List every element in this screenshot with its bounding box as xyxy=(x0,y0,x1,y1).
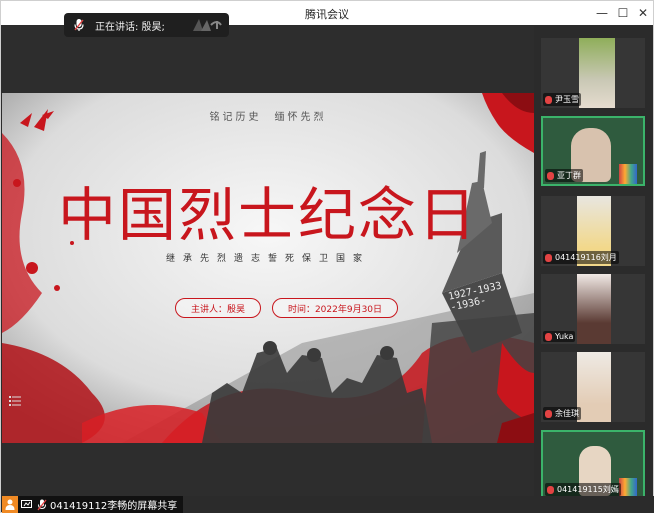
participant-video xyxy=(577,352,611,422)
speaker-pill: 主讲人：殷昊 xyxy=(175,298,261,318)
speaking-indicator: 正在讲话: 殷昊; xyxy=(64,13,229,37)
mic-muted-icon xyxy=(547,485,554,494)
participant-name-label: 041419116刘月 xyxy=(543,251,619,264)
date-pill: 时间：2022年9月30日 xyxy=(272,298,398,318)
list-icon xyxy=(9,396,21,406)
slide-artwork xyxy=(2,93,534,443)
participant-tile[interactable]: 余佳琪 xyxy=(541,352,645,422)
participant-name-label: Yuka xyxy=(543,331,576,342)
mic-muted-icon xyxy=(545,409,552,418)
speaking-label: 正在讲话: 殷昊; xyxy=(95,21,165,33)
screen-share-label: 041419112李畅的屏幕共享 xyxy=(50,501,178,512)
participant-tile-active[interactable]: 亚丁群 xyxy=(541,116,645,186)
meeting-window: 腾讯会议 — ☐ ✕ 正在讲话: 殷昊; 铭记历史 缅怀先烈 中国烈士纪念日 继… xyxy=(0,0,654,513)
slide-subline: 继承先烈遗志誓死保卫国家 xyxy=(165,254,370,264)
microphone-muted-icon xyxy=(34,496,50,513)
participant-video-panel: 尹玉雪 亚丁群 041419116刘月 Yuka 余佳琪 041419115刘嫣 xyxy=(535,26,653,500)
participant-name-label: 尹玉雪 xyxy=(543,93,581,106)
bookshelf xyxy=(619,478,637,498)
bottom-bar: 041419112李畅的屏幕共享 xyxy=(2,496,654,513)
mic-muted-icon xyxy=(547,171,554,180)
close-button[interactable]: ✕ xyxy=(634,4,652,22)
slide-tagline: 铭记历史 缅怀先烈 xyxy=(209,112,327,123)
bookshelf xyxy=(619,164,637,184)
participant-name-label: 余佳琪 xyxy=(543,407,581,420)
mic-muted-icon xyxy=(545,95,552,104)
minimize-button[interactable]: — xyxy=(593,4,611,22)
participant-tile[interactable]: 尹玉雪 xyxy=(541,38,645,108)
participant-name-label: 亚丁群 xyxy=(545,169,583,182)
screen-share-indicator[interactable]: 041419112李畅的屏幕共享 xyxy=(2,496,184,513)
microphone-icon xyxy=(74,19,84,31)
participant-video xyxy=(579,38,615,108)
mic-muted-icon xyxy=(545,253,552,262)
participant-name-label: 041419115刘嫣 xyxy=(545,483,621,496)
list-menu-button[interactable] xyxy=(5,391,25,411)
participant-video xyxy=(577,274,611,344)
sound-wave-icon xyxy=(193,19,222,31)
maximize-button[interactable]: ☐ xyxy=(614,4,632,22)
mic-muted-icon xyxy=(545,332,552,341)
person-icon xyxy=(2,496,18,513)
participant-tile[interactable]: Yuka xyxy=(541,274,645,344)
participant-tile-active[interactable]: 041419115刘嫣 xyxy=(541,430,645,500)
participant-tile[interactable]: 041419116刘月 xyxy=(541,196,645,266)
slide-headline: 中国烈士纪念日 xyxy=(57,181,478,249)
screen-share-icon xyxy=(18,496,34,513)
shared-slide: 铭记历史 缅怀先烈 中国烈士纪念日 继承先烈遗志誓死保卫国家 主讲人：殷昊 时间… xyxy=(2,93,534,443)
